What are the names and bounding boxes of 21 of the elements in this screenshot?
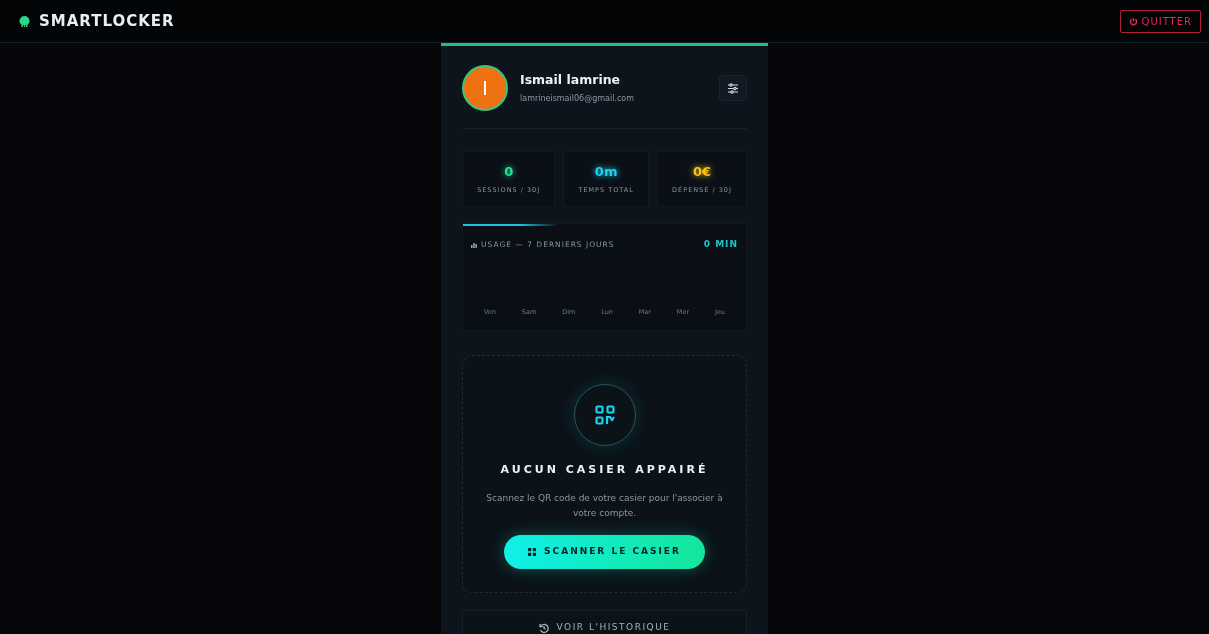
pairing-title: AUCUN CASIER APPAIRÉ: [500, 462, 709, 478]
power-icon: [1128, 16, 1138, 26]
settings-button[interactable]: [719, 75, 747, 101]
stat-value: 0m: [594, 163, 618, 182]
scan-button[interactable]: SCANNER LE CASIER: [504, 535, 705, 570]
history-button[interactable]: VOIR L'HISTORIQUE: [462, 610, 747, 634]
settings-icon: [727, 82, 739, 94]
bar-chart-icon: [471, 241, 477, 248]
quit-button[interactable]: QUITTER: [1119, 9, 1201, 33]
qr-code-icon: [594, 405, 615, 425]
usage-total: 0 MIN: [703, 238, 738, 251]
logo-icon: [18, 14, 31, 28]
user-email: lamrineismail06@gmail.com: [520, 93, 635, 106]
user-name: Ismail lamrine: [520, 70, 622, 89]
history-icon: [538, 623, 549, 633]
avatar: I: [462, 65, 508, 111]
stat-value: 0: [504, 163, 514, 182]
stat-value: 0€: [692, 163, 712, 182]
grid-icon: [528, 548, 537, 557]
brand-name: SMARTLOCKER: [39, 10, 175, 32]
pairing-description: Scannez le QR code de votre casier pour l'associer à votre compte.: [485, 491, 724, 520]
